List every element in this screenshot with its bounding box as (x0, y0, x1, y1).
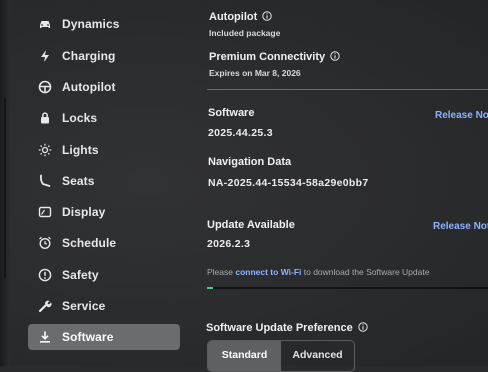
notice-text-pre: Please (207, 267, 236, 277)
download-progress-bar (207, 287, 488, 289)
alarm-clock-icon (38, 236, 52, 250)
preference-section: Software Update Preference (206, 322, 368, 334)
preference-option-standard[interactable]: Standard (208, 341, 281, 371)
alert-circle-icon (38, 268, 52, 282)
sidebar-item-label: Seats (62, 174, 95, 188)
connect-wifi-link[interactable]: connect to Wi-Fi (235, 267, 301, 277)
sidebar-item-label: Locks (62, 111, 98, 125)
sidebar-item-dynamics[interactable]: Dynamics (28, 11, 180, 37)
autopilot-package: Included package (209, 28, 281, 38)
display-icon (38, 205, 52, 219)
sidebar-item-charging[interactable]: Charging (28, 43, 180, 69)
sidebar-item-label: Charging (62, 49, 116, 63)
bezel-mark (4, 98, 6, 278)
sidebar-item-label: Service (62, 299, 106, 313)
autopilot-title: Autopilot (209, 11, 258, 23)
sidebar-item-locks[interactable]: Locks (28, 105, 180, 131)
settings-screen: Dynamics Charging Autopilot Locks Lights… (0, 0, 488, 372)
sun-icon (38, 143, 52, 157)
preference-option-advanced[interactable]: Advanced (281, 341, 354, 371)
update-version: 2026.2.3 (207, 238, 251, 250)
sidebar-item-safety[interactable]: Safety (28, 262, 180, 288)
update-release-notes-link[interactable]: Release Notes (433, 221, 488, 232)
download-progress-fill (207, 287, 213, 289)
lock-icon (38, 111, 52, 125)
car-icon (38, 17, 52, 31)
software-release-notes-link[interactable]: Release Notes (435, 110, 488, 121)
steering-wheel-icon (38, 80, 52, 94)
seat-icon (38, 174, 52, 188)
settings-sidebar: Dynamics Charging Autopilot Locks Lights… (28, 0, 188, 366)
software-title: Software (208, 107, 255, 119)
info-icon[interactable] (330, 51, 340, 61)
sidebar-item-label: Dynamics (62, 17, 120, 31)
info-icon[interactable] (358, 322, 368, 332)
sidebar-item-lights[interactable]: Lights (28, 137, 180, 163)
sidebar-item-label: Display (62, 205, 106, 219)
navigation-data-title: Navigation Data (208, 156, 292, 168)
lightning-icon (38, 49, 52, 63)
software-panel: Autopilot Included package Premium Conne… (206, 0, 488, 372)
update-preference-toggle: Standard Advanced (207, 340, 355, 372)
sidebar-item-schedule[interactable]: Schedule (28, 230, 180, 256)
sidebar-item-label: Safety (62, 268, 99, 282)
sidebar-item-seats[interactable]: Seats (28, 168, 180, 194)
connectivity-section: Premium Connectivity (209, 51, 340, 63)
notice-text-post: to download the Software Update (301, 267, 430, 277)
sidebar-item-label: Autopilot (62, 80, 116, 94)
download-icon (38, 330, 52, 344)
info-icon[interactable] (262, 11, 272, 21)
sidebar-item-label: Lights (62, 143, 99, 157)
sidebar-item-label: Software (62, 330, 114, 344)
screen-bezel (0, 0, 10, 366)
update-title: Update Available (207, 219, 295, 231)
navigation-data-version: NA-2025.44-15534-58a29e0bb7 (208, 177, 369, 189)
preference-title: Software Update Preference (206, 322, 353, 334)
sidebar-item-display[interactable]: Display (28, 199, 180, 225)
wrench-icon (38, 299, 52, 313)
autopilot-section: Autopilot (209, 11, 272, 23)
wifi-notice: Please connect to Wi-Fi to download the … (207, 267, 429, 277)
sidebar-item-service[interactable]: Service (28, 293, 180, 319)
sidebar-item-label: Schedule (62, 236, 117, 250)
sidebar-item-autopilot[interactable]: Autopilot (28, 74, 180, 100)
section-divider (207, 89, 488, 90)
sidebar-item-software[interactable]: Software (28, 324, 180, 350)
connectivity-title: Premium Connectivity (209, 51, 326, 63)
connectivity-expiry: Expires on Mar 8, 2026 (209, 68, 301, 78)
software-version: 2025.44.25.3 (208, 127, 273, 139)
